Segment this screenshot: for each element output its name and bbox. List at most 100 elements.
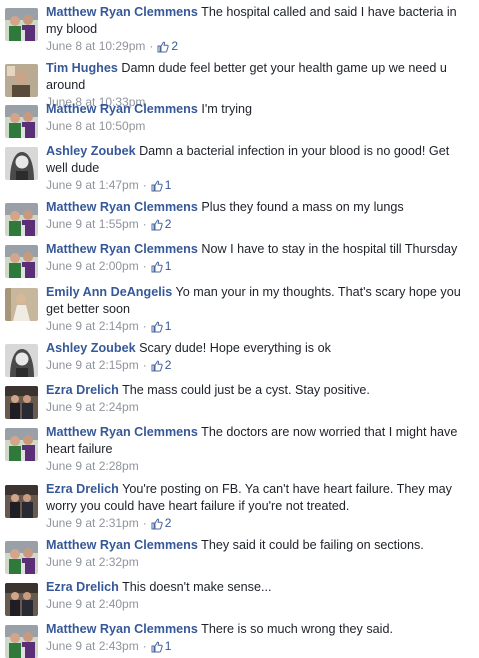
thumbs-up-icon — [157, 41, 170, 53]
like-count: 1 — [164, 178, 172, 192]
comment: Matthew Ryan Clemmens The doctors are no… — [0, 424, 479, 475]
comment: Ezra Drelich You're posting on FB. Ya ca… — [0, 481, 479, 532]
ashley-avatar-image — [5, 147, 38, 180]
separator-dot: · — [142, 516, 147, 530]
comment: Matthew Ryan Clemmens Plus they found a … — [0, 199, 479, 236]
like-count: 2 — [171, 39, 179, 53]
avatar[interactable] — [5, 105, 38, 138]
avatar[interactable] — [5, 8, 38, 41]
comment-author-link[interactable]: Ashley Zoubek — [46, 144, 136, 158]
comment-author-link[interactable]: Matthew Ryan Clemmens — [46, 538, 198, 552]
comment-author-link[interactable]: Ashley Zoubek — [46, 341, 136, 355]
comment-timestamp[interactable]: June 9 at 2:31pm — [46, 515, 139, 532]
comment-text: This doesn't make sense... — [122, 580, 272, 594]
comment-timestamp[interactable]: June 9 at 2:32pm — [46, 554, 139, 571]
thumbs-up-icon — [151, 321, 163, 333]
matthew-avatar-image — [5, 203, 38, 236]
like-count: 1 — [164, 259, 172, 273]
comment-author-link[interactable]: Emily Ann DeAngelis — [46, 285, 172, 299]
separator-dot: · — [149, 39, 154, 53]
avatar[interactable] — [5, 583, 38, 616]
comment: Ezra Drelich The mass could just be a cy… — [0, 382, 479, 419]
avatar[interactable] — [5, 344, 38, 377]
avatar[interactable] — [5, 386, 38, 419]
comment: Ashley Zoubek Damn a bacterial infection… — [0, 143, 479, 194]
comment-author-link[interactable]: Ezra Drelich — [46, 580, 119, 594]
comment: Ezra Drelich This doesn't make sense... … — [0, 579, 479, 616]
comment-text: They said it could be failing on section… — [201, 538, 424, 552]
comment-text: The mass could just be a cyst. Stay posi… — [122, 383, 370, 397]
comment-author-link[interactable]: Ezra Drelich — [46, 383, 119, 397]
comment-author-link[interactable]: Matthew Ryan Clemmens — [46, 622, 198, 636]
comment-text: Scary dude! Hope everything is ok — [139, 341, 331, 355]
ashley-avatar-image — [5, 344, 38, 377]
comment-timestamp[interactable]: June 9 at 2:14pm — [46, 318, 139, 335]
ezra-avatar-image — [5, 485, 38, 518]
separator-dot: · — [142, 217, 147, 231]
comment-author-link[interactable]: Ezra Drelich — [46, 482, 119, 496]
comment: Matthew Ryan Clemmens I'm trying June 8 … — [0, 101, 479, 138]
separator-dot: · — [142, 319, 147, 333]
avatar[interactable] — [5, 147, 38, 180]
comment-timestamp[interactable]: June 9 at 2:15pm — [46, 357, 139, 374]
comment-author-link[interactable]: Matthew Ryan Clemmens — [46, 242, 198, 256]
matthew-avatar-image — [5, 625, 38, 658]
thumbs-up-icon — [151, 261, 163, 273]
separator-dot: · — [142, 358, 147, 372]
tim-avatar-image — [5, 64, 38, 97]
avatar[interactable] — [5, 485, 38, 518]
like-count: 1 — [164, 639, 172, 653]
like-count-button[interactable]: 1 — [151, 177, 172, 194]
thumbs-up-icon — [151, 219, 163, 231]
comment-timestamp[interactable]: June 9 at 2:40pm — [46, 596, 139, 613]
comment-author-link[interactable]: Matthew Ryan Clemmens — [46, 200, 198, 214]
comment-timestamp[interactable]: June 9 at 2:28pm — [46, 458, 139, 475]
comment-timestamp[interactable]: June 8 at 10:50pm — [46, 118, 145, 135]
like-count-button[interactable]: 2 — [157, 38, 178, 55]
separator-dot: · — [142, 639, 147, 653]
matthew-avatar-image — [5, 105, 38, 138]
like-count-button[interactable]: 2 — [151, 515, 172, 532]
avatar[interactable] — [5, 288, 38, 321]
comment: Emily Ann DeAngelis Yo man your in my th… — [0, 284, 479, 335]
like-count: 1 — [164, 319, 172, 333]
comment-timestamp[interactable]: June 9 at 2:43pm — [46, 638, 139, 655]
comment-timestamp[interactable]: June 8 at 10:29pm — [46, 38, 145, 55]
avatar[interactable] — [5, 541, 38, 574]
comment-timestamp[interactable]: June 9 at 1:55pm — [46, 216, 139, 233]
comment-text: Plus they found a mass on my lungs — [201, 200, 404, 214]
avatar[interactable] — [5, 64, 38, 97]
separator-dot: · — [142, 178, 147, 192]
avatar[interactable] — [5, 245, 38, 278]
comment: Ashley Zoubek Scary dude! Hope everythin… — [0, 340, 479, 377]
like-count-button[interactable]: 2 — [151, 357, 171, 374]
matthew-avatar-image — [5, 8, 38, 41]
ezra-avatar-image — [5, 386, 38, 419]
comment: Matthew Ryan Clemmens The hospital calle… — [0, 4, 479, 55]
comment-timestamp[interactable]: June 9 at 2:24pm — [46, 399, 139, 416]
like-count-button[interactable]: 1 — [151, 318, 172, 335]
comment-timestamp[interactable]: June 9 at 2:00pm — [46, 258, 139, 275]
comment-author-link[interactable]: Matthew Ryan Clemmens — [46, 425, 198, 439]
matthew-avatar-image — [5, 245, 38, 278]
comment-text: There is so much wrong they said. — [201, 622, 393, 636]
comment: Matthew Ryan Clemmens They said it could… — [0, 537, 479, 574]
separator-dot: · — [142, 259, 147, 273]
emily-avatar-image — [5, 288, 38, 321]
avatar[interactable] — [5, 428, 38, 461]
matthew-avatar-image — [5, 428, 38, 461]
thumbs-up-icon — [151, 360, 163, 372]
comment-author-link[interactable]: Matthew Ryan Clemmens — [46, 102, 198, 116]
avatar[interactable] — [5, 625, 38, 658]
like-count-button[interactable]: 1 — [151, 638, 172, 655]
comment-author-link[interactable]: Matthew Ryan Clemmens — [46, 5, 198, 19]
like-count: 2 — [164, 516, 172, 530]
comment-text: Now I have to stay in the hospital till … — [201, 242, 458, 256]
ezra-avatar-image — [5, 583, 38, 616]
like-count-button[interactable]: 2 — [151, 216, 171, 233]
comment-author-link[interactable]: Tim Hughes — [46, 61, 118, 75]
comment-timestamp[interactable]: June 9 at 1:47pm — [46, 177, 139, 194]
avatar[interactable] — [5, 203, 38, 236]
like-count-button[interactable]: 1 — [151, 258, 172, 275]
comment: Matthew Ryan Clemmens There is so much w… — [0, 621, 479, 658]
